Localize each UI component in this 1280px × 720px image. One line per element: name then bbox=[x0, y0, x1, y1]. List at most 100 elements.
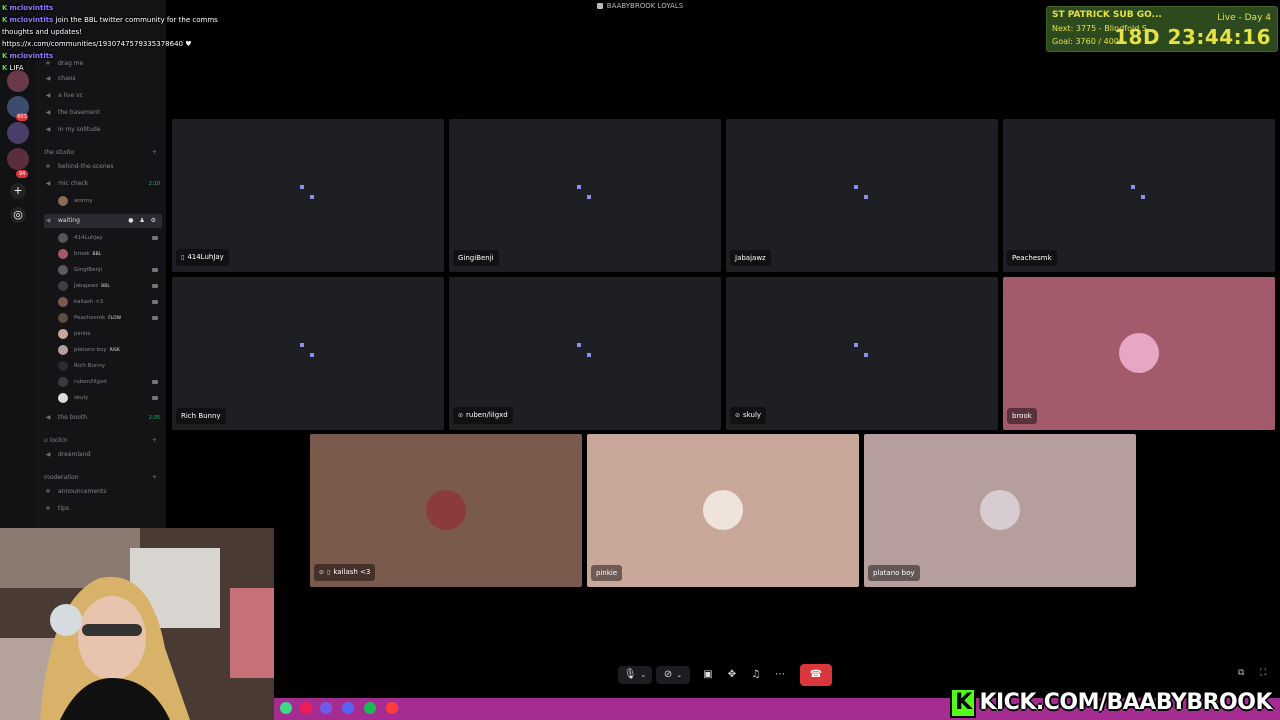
voice-member[interactable]: pinkie bbox=[58, 327, 160, 341]
loading-spinner bbox=[300, 185, 314, 199]
channel-label: the basement bbox=[58, 109, 100, 116]
twitch-icon bbox=[320, 702, 332, 714]
channel-item[interactable]: ◀ the booth 2:05 bbox=[44, 411, 162, 425]
discover-icon[interactable]: ◎ bbox=[10, 207, 26, 223]
channel-actions[interactable]: ● ♟ ⚙ bbox=[128, 214, 158, 228]
channel-item[interactable]: ◀ mic check 2:10 bbox=[44, 177, 162, 191]
activity-icon: ✥ bbox=[727, 669, 737, 680]
voice-member[interactable]: brook BBL bbox=[58, 247, 160, 261]
chat-message: K LIFA bbox=[2, 62, 232, 74]
participant-name: Jabajawz bbox=[730, 250, 771, 266]
voice-member[interactable]: platano boy RISK bbox=[58, 343, 160, 357]
add-channel-icon[interactable]: + bbox=[152, 437, 157, 444]
participant-tile[interactable]: Jabajawz bbox=[726, 119, 998, 272]
participant-name-text: platano boy bbox=[873, 569, 915, 577]
avatar bbox=[58, 249, 68, 259]
participant-tile[interactable]: ⊘ skuly bbox=[726, 277, 998, 430]
channel-item[interactable]: ◀ in my solitude bbox=[44, 123, 162, 137]
category-studio[interactable]: the studio + bbox=[44, 149, 157, 156]
participant-tile[interactable]: brook bbox=[1003, 277, 1275, 430]
end-call-button[interactable]: ☎ bbox=[800, 664, 832, 686]
chat-text: https://x.com/communities/19307475793353… bbox=[2, 40, 183, 48]
participant-tile[interactable]: ▯ 414LuhJay bbox=[172, 119, 444, 272]
voice-member[interactable]: kailash <3 bbox=[58, 295, 160, 309]
voice-member[interactable]: Jabajawz BBL bbox=[58, 279, 160, 293]
mic-muted-icon: ⊘ bbox=[458, 412, 464, 419]
channel-item[interactable]: ◀ dreamland bbox=[44, 448, 162, 462]
popout-icon[interactable]: ⧉ bbox=[1238, 668, 1244, 678]
participant-tile[interactable]: pinkie bbox=[587, 434, 859, 587]
microphone-button[interactable]: 🎙 ⌄ bbox=[618, 666, 652, 684]
channel-item[interactable]: # announcements bbox=[44, 485, 162, 499]
member-name: 414LuhJay bbox=[74, 231, 103, 245]
activity-button[interactable]: ✥ bbox=[724, 666, 740, 684]
channel-item[interactable]: ◀ a live vc bbox=[44, 89, 162, 103]
voice-member[interactable]: Peachesmk FLOW bbox=[58, 311, 160, 325]
participant-name: ⊘ ruben/lilgxd bbox=[453, 407, 513, 424]
member-name-text: platano boy bbox=[74, 347, 107, 353]
chat-message: https://x.com/communities/19307475793353… bbox=[2, 40, 192, 48]
chat-overlay: Kmclovintits Kmclovintits join the BBL t… bbox=[2, 2, 232, 74]
participant-name: brook bbox=[1007, 408, 1037, 424]
member-name: kailash <3 bbox=[74, 295, 103, 309]
add-channel-icon[interactable]: + bbox=[152, 474, 157, 481]
avatar bbox=[58, 265, 68, 275]
app-icon bbox=[280, 702, 292, 714]
voice-member[interactable]: Rich Bunny bbox=[58, 359, 160, 373]
add-server-icon[interactable]: + bbox=[10, 183, 26, 199]
channel-label: the booth bbox=[58, 414, 88, 421]
camera-button[interactable]: ⊘ ⌄ bbox=[656, 666, 690, 684]
more-button[interactable]: ⋯ bbox=[772, 666, 788, 684]
video-icon bbox=[152, 284, 158, 288]
chevron-down-icon[interactable]: ⌄ bbox=[640, 671, 646, 679]
video-icon bbox=[152, 396, 158, 400]
spotify-icon bbox=[364, 702, 376, 714]
fullscreen-icon[interactable]: ⛶ bbox=[1260, 668, 1266, 678]
channel-label: behind-the-scenes bbox=[58, 163, 114, 170]
voice-member[interactable]: skuly bbox=[58, 391, 160, 405]
voice-member[interactable]: ruben/lilgxd bbox=[58, 375, 160, 389]
avatar bbox=[58, 377, 68, 387]
participant-tile[interactable]: ⊘ ▯ kailash <3 bbox=[310, 434, 582, 587]
category-moderation[interactable]: moderation + bbox=[44, 474, 157, 481]
member-tag: BBL bbox=[92, 252, 102, 257]
chat-user: mclovintits bbox=[9, 4, 54, 12]
participant-name-text: kailash <3 bbox=[333, 568, 371, 576]
badge-icon: K bbox=[2, 4, 8, 12]
voice-member[interactable]: GingiBenji bbox=[58, 263, 160, 277]
server-icon-3[interactable] bbox=[7, 122, 29, 144]
channel-item[interactable]: # tips bbox=[44, 502, 162, 516]
participant-tile[interactable]: ⊘ ruben/lilgxd bbox=[449, 277, 721, 430]
soundboard-button[interactable]: ♫ bbox=[748, 666, 764, 684]
chevron-down-icon[interactable]: ⌄ bbox=[676, 671, 682, 679]
channel-item-waiting[interactable]: ◀ waiting ● ♟ ⚙ bbox=[44, 214, 162, 228]
participant-tile[interactable]: Rich Bunny bbox=[172, 277, 444, 430]
participant-tile[interactable]: platano boy bbox=[864, 434, 1136, 587]
participant-name-text: skuly bbox=[743, 411, 762, 419]
channel-label: waiting bbox=[58, 217, 80, 224]
channel-item[interactable]: ◀ chaos bbox=[44, 72, 162, 86]
participant-tile[interactable]: GingiBenji bbox=[449, 119, 721, 272]
member-name-text: ruben/lilgxd bbox=[74, 379, 107, 385]
avatar bbox=[58, 345, 68, 355]
hangup-icon: ☎ bbox=[809, 669, 823, 680]
deafened-icon: ⊘ bbox=[735, 412, 741, 419]
channel-label: a live vc bbox=[58, 92, 83, 99]
phone-icon: ▯ bbox=[327, 569, 331, 576]
channel-label: tips bbox=[58, 505, 69, 512]
speaker-icon: ◀ bbox=[45, 180, 51, 187]
speaker-icon: ◀ bbox=[45, 414, 51, 421]
channel-item[interactable]: ◀ the basement bbox=[44, 106, 162, 120]
server-icon-4[interactable] bbox=[7, 148, 29, 170]
voice-member[interactable]: wormy bbox=[58, 194, 160, 208]
screenshare-icon: ▣ bbox=[703, 669, 713, 680]
chat-message: Kmclovintits join the BBL twitter commun… bbox=[2, 14, 232, 38]
category-lockin[interactable]: u lockin + bbox=[44, 437, 157, 444]
voice-member[interactable]: 414LuhJay bbox=[58, 231, 160, 245]
channel-item[interactable]: # behind-the-scenes bbox=[44, 160, 162, 174]
kick-url: KICK.COM/BAABYBROOK bbox=[979, 690, 1272, 715]
screenshare-button[interactable]: ▣ bbox=[700, 666, 716, 684]
member-name-text: skuly bbox=[74, 395, 89, 401]
participant-tile[interactable]: Peachesmk bbox=[1003, 119, 1275, 272]
add-channel-icon[interactable]: + bbox=[152, 149, 157, 156]
